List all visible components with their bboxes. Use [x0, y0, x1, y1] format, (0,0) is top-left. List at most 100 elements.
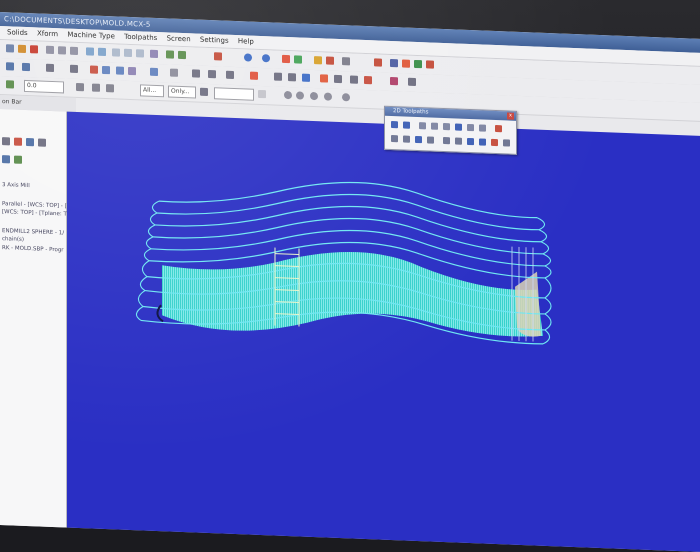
view-top-icon[interactable]	[112, 48, 120, 57]
zoom-window-icon[interactable]	[70, 46, 78, 55]
face-icon[interactable]	[431, 122, 438, 130]
menu-xform[interactable]: Xform	[37, 27, 58, 41]
color-picker-icon[interactable]	[390, 76, 398, 86]
rest-icon[interactable]	[455, 137, 462, 145]
settings-icon[interactable]	[342, 57, 350, 66]
menu-machine-type[interactable]: Machine Type	[67, 29, 115, 44]
zoom-icon[interactable]	[46, 45, 54, 55]
verify-icon[interactable]	[294, 55, 302, 64]
menu-help[interactable]: Help	[238, 35, 254, 49]
pocket-icon[interactable]	[419, 122, 426, 130]
z-depth-field[interactable]: 0.0	[24, 79, 64, 94]
area-icon[interactable]	[427, 136, 434, 144]
layer-select-icon[interactable]	[92, 83, 100, 92]
translate-icon[interactable]	[226, 70, 234, 79]
level-icon[interactable]	[262, 54, 270, 63]
select-icon[interactable]	[200, 87, 208, 96]
all-button[interactable]: All...	[140, 84, 164, 98]
verify-icon-2[interactable]	[284, 90, 292, 100]
dynamic-icon[interactable]	[391, 135, 398, 143]
menu-solids[interactable]: Solids	[7, 26, 28, 40]
save-icon[interactable]	[30, 45, 38, 54]
backplot-icon[interactable]	[326, 56, 334, 65]
mask-icon[interactable]	[258, 89, 266, 99]
post-icon[interactable]	[14, 155, 22, 164]
menu-settings[interactable]: Settings	[200, 34, 229, 48]
toolpath-icon[interactable]	[314, 56, 322, 65]
regen-dirty-icon[interactable]	[26, 137, 34, 147]
helix-icon[interactable]	[495, 125, 502, 133]
view-side-icon[interactable]	[136, 49, 144, 58]
solid-icon[interactable]	[282, 54, 290, 64]
peel-icon[interactable]	[415, 135, 422, 144]
contour-icon[interactable]	[391, 121, 398, 129]
green-icon[interactable]	[414, 59, 422, 69]
engrave-icon[interactable]	[455, 123, 462, 131]
view-iso-icon[interactable]	[150, 49, 158, 59]
text-icon[interactable]	[350, 75, 358, 84]
rotate-xform-icon[interactable]	[170, 68, 178, 77]
dim-icon[interactable]	[364, 75, 372, 85]
menu-toolpaths[interactable]: Toolpaths	[124, 31, 157, 45]
transform-icon[interactable]	[479, 138, 486, 146]
fillet-icon[interactable]	[70, 64, 78, 73]
thread-icon[interactable]	[479, 124, 486, 132]
chamfer-icon[interactable]	[443, 137, 450, 145]
wireframe-icon[interactable]	[178, 50, 186, 60]
operation-icon[interactable]	[324, 92, 332, 101]
circle-mill-icon[interactable]	[467, 123, 474, 132]
pointer-icon[interactable]	[390, 58, 398, 68]
verify-ops-icon[interactable]	[2, 155, 10, 164]
tree-operation-plane[interactable]: [WCS: TOP] - [Tplane: T	[2, 208, 67, 219]
nesting-icon[interactable]	[503, 139, 510, 147]
analyze-icon[interactable]	[250, 71, 258, 80]
tree-nc-file[interactable]: RK - MOLD.SBP - Progr	[2, 244, 67, 255]
toolpaths-toolbar-window[interactable]: 2D Toolpaths x	[384, 105, 517, 155]
check-icon[interactable]	[374, 58, 382, 67]
close-icon[interactable]: x	[507, 112, 514, 120]
solids-icon[interactable]	[296, 91, 304, 100]
selection-mode-field[interactable]	[214, 87, 254, 101]
table-icon[interactable]	[288, 73, 296, 82]
trim-icon[interactable]	[90, 65, 98, 74]
offset-icon[interactable]	[128, 66, 136, 76]
model-chamfer-icon[interactable]	[467, 137, 474, 146]
only-button[interactable]: Only...	[168, 85, 196, 99]
grid-icon[interactable]	[208, 69, 216, 79]
help-icon[interactable]	[402, 59, 410, 68]
regenerate-icon[interactable]	[14, 137, 22, 146]
scale-icon[interactable]	[192, 69, 200, 78]
select-all-ops-icon[interactable]	[2, 137, 10, 146]
shade-icon[interactable]	[166, 50, 174, 59]
graphics-viewport[interactable]	[67, 111, 700, 552]
machine-icon[interactable]	[310, 91, 318, 101]
open-file-icon[interactable]	[18, 44, 26, 53]
cplane-icon[interactable]	[106, 84, 114, 93]
delete-icon[interactable]	[214, 52, 222, 61]
blend-icon[interactable]	[403, 135, 410, 143]
break-icon[interactable]	[102, 65, 110, 75]
color-icon[interactable]	[244, 53, 252, 62]
new-file-icon[interactable]	[6, 44, 14, 53]
surface-icon[interactable]	[302, 73, 310, 82]
menu-screen[interactable]: Screen	[167, 32, 191, 46]
slot-icon[interactable]	[443, 123, 450, 131]
hatch-icon[interactable]	[334, 74, 342, 84]
arc-icon[interactable]	[46, 63, 54, 73]
toolpath-group-icon[interactable]	[342, 93, 350, 102]
trim-toolpath-icon[interactable]	[491, 138, 498, 147]
level-select-icon[interactable]	[76, 82, 84, 92]
rotate-icon[interactable]	[98, 47, 106, 57]
chain-icon[interactable]	[274, 72, 282, 81]
layer-icon[interactable]	[408, 77, 416, 86]
mold-icon[interactable]	[320, 74, 328, 83]
tree-machine-group[interactable]: 3 Axis Mill	[2, 181, 67, 192]
mirror-icon[interactable]	[150, 67, 158, 77]
backplot-ops-icon[interactable]	[38, 138, 46, 147]
drill-icon[interactable]	[403, 121, 410, 129]
join-icon[interactable]	[116, 66, 124, 75]
point-icon[interactable]	[6, 62, 14, 71]
attribute-icon[interactable]	[6, 80, 14, 89]
pan-icon[interactable]	[86, 47, 94, 56]
stop-icon[interactable]	[426, 60, 434, 69]
